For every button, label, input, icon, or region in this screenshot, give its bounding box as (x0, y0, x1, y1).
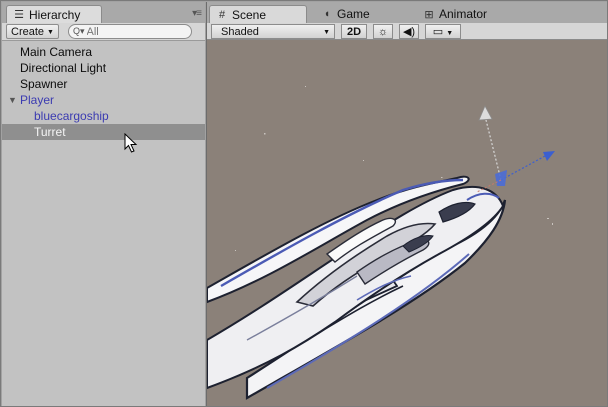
scene-panel: # Scene ◖ Game ⊞ Animator Shaded ▼ 2D ☼ … (206, 2, 607, 406)
shading-mode-dropdown[interactable]: Shaded ▼ (211, 24, 335, 39)
hierarchy-toolbar: Create ▼ Q▾ (2, 23, 205, 41)
list-item-label: Spawner (20, 77, 68, 91)
list-item-label: Player (20, 93, 55, 107)
tab-scene[interactable]: # Scene (209, 5, 307, 23)
transform-gizmo[interactable] (476, 105, 555, 193)
search-field[interactable]: Q▾ (68, 24, 192, 39)
list-item-main-camera[interactable]: Main Camera (2, 44, 205, 60)
list-item-turret[interactable]: Turret (2, 124, 205, 140)
grid-icon: # (218, 8, 226, 21)
tab-game-label: Game (337, 7, 370, 21)
toggle-2d-button[interactable]: 2D (341, 24, 367, 39)
list-icon: ☰ (14, 9, 24, 21)
list-item-label: Directional Light (20, 61, 107, 75)
list-item-spawner[interactable]: Spawner (2, 76, 205, 92)
hierarchy-tabstrip: ☰ Hierarchy ▾≡ (2, 2, 205, 23)
hierarchy-list: Main Camera Directional Light Spawner ▼ … (2, 41, 205, 406)
tab-game[interactable]: ◖ Game (315, 5, 415, 23)
sun-icon: ☼ (377, 26, 389, 38)
hierarchy-panel: ☰ Hierarchy ▾≡ Create▼ Q▾ Main Camera Di… (2, 2, 205, 406)
list-item-bluecargoship[interactable]: bluecargoship (2, 108, 205, 124)
spaceship-mesh (207, 175, 507, 400)
panel-menu-icon[interactable]: ▾≡ (192, 8, 202, 19)
chevron-down-icon: ▼ (323, 29, 330, 36)
shading-mode-label: Shaded (221, 26, 259, 38)
list-item-label: Turret (34, 125, 66, 139)
scene-effects-dropdown[interactable]: ▭ ▼ (425, 24, 461, 39)
tab-animator[interactable]: ⊞ Animator (417, 5, 527, 23)
search-icon: Q▾ (73, 26, 85, 36)
scene-tabstrip: # Scene ◖ Game ⊞ Animator (207, 2, 607, 23)
scene-audio-toggle[interactable]: ◀) (399, 24, 419, 39)
scene-view-canvas (207, 86, 555, 400)
editor-window: ☰ Hierarchy ▾≡ Create▼ Q▾ Main Camera Di… (0, 0, 608, 407)
animator-icon: ⊞ (424, 8, 434, 21)
list-item-directional-light[interactable]: Directional Light (2, 60, 205, 76)
search-input[interactable] (86, 25, 187, 38)
list-item-label: Main Camera (20, 45, 93, 59)
mouse-cursor-icon (124, 133, 138, 153)
create-button[interactable]: Create ▼ (6, 24, 59, 39)
list-item-label: bluecargoship (34, 109, 109, 123)
scene-viewport[interactable] (207, 40, 607, 406)
tab-scene-label: Scene (232, 7, 267, 22)
tab-hierarchy[interactable]: ☰ Hierarchy (6, 5, 102, 23)
tab-animator-label: Animator (439, 7, 488, 21)
tab-hierarchy-label: Hierarchy (29, 7, 81, 22)
pacman-icon: ◖ (323, 8, 331, 20)
chevron-down-icon: ▼ (446, 30, 454, 37)
speaker-icon: ◀) (402, 26, 416, 38)
scene-lighting-toggle[interactable]: ☼ (373, 24, 393, 39)
list-item-player[interactable]: ▼ Player (2, 92, 205, 108)
toggle-2d-label: 2D (346, 26, 362, 38)
foldout-arrow-icon[interactable]: ▼ (8, 92, 17, 108)
chevron-down-icon: ▼ (47, 29, 54, 36)
create-label: Create (11, 26, 45, 38)
image-icon: ▭ (432, 26, 444, 38)
scene-toolbar: Shaded ▼ 2D ☼ ◀) ▭ ▼ (207, 23, 607, 40)
